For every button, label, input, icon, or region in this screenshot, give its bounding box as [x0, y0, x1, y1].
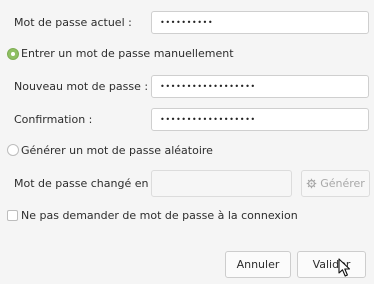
confirmation-input[interactable]: •••••••••••••••••• — [151, 108, 369, 131]
cancel-button-label: Annuler — [236, 258, 280, 271]
validate-button[interactable]: Valider — [297, 251, 366, 278]
radio-manual-button[interactable] — [7, 48, 19, 60]
radio-random-button[interactable] — [7, 144, 19, 156]
cancel-button[interactable]: Annuler — [225, 251, 291, 278]
mouse-pointer-icon — [338, 258, 351, 277]
new-password-label: Nouveau mot de passe : — [14, 80, 149, 93]
current-password-input[interactable]: •••••••••• — [151, 11, 369, 34]
confirmation-label: Confirmation : — [14, 113, 93, 126]
current-password-label: Mot de passe actuel : — [14, 16, 132, 29]
radio-random-label[interactable]: Générer un mot de passe aléatoire — [21, 144, 213, 157]
no-login-password-label[interactable]: Ne pas demander de mot de passe à la con… — [21, 209, 298, 222]
generate-button-label: Générer — [320, 177, 365, 190]
gear-icon — [306, 178, 317, 189]
changed-password-label: Mot de passe changé en : — [14, 177, 156, 190]
no-login-password-checkbox[interactable] — [7, 210, 18, 221]
change-password-dialog: Mot de passe actuel : •••••••••• Entrer … — [0, 0, 374, 284]
changed-password-input — [151, 170, 292, 197]
radio-manual-label[interactable]: Entrer un mot de passe manuellement — [21, 47, 234, 60]
new-password-input[interactable]: •••••••••••••••••• — [151, 75, 369, 98]
generate-button: Générer — [301, 170, 370, 197]
